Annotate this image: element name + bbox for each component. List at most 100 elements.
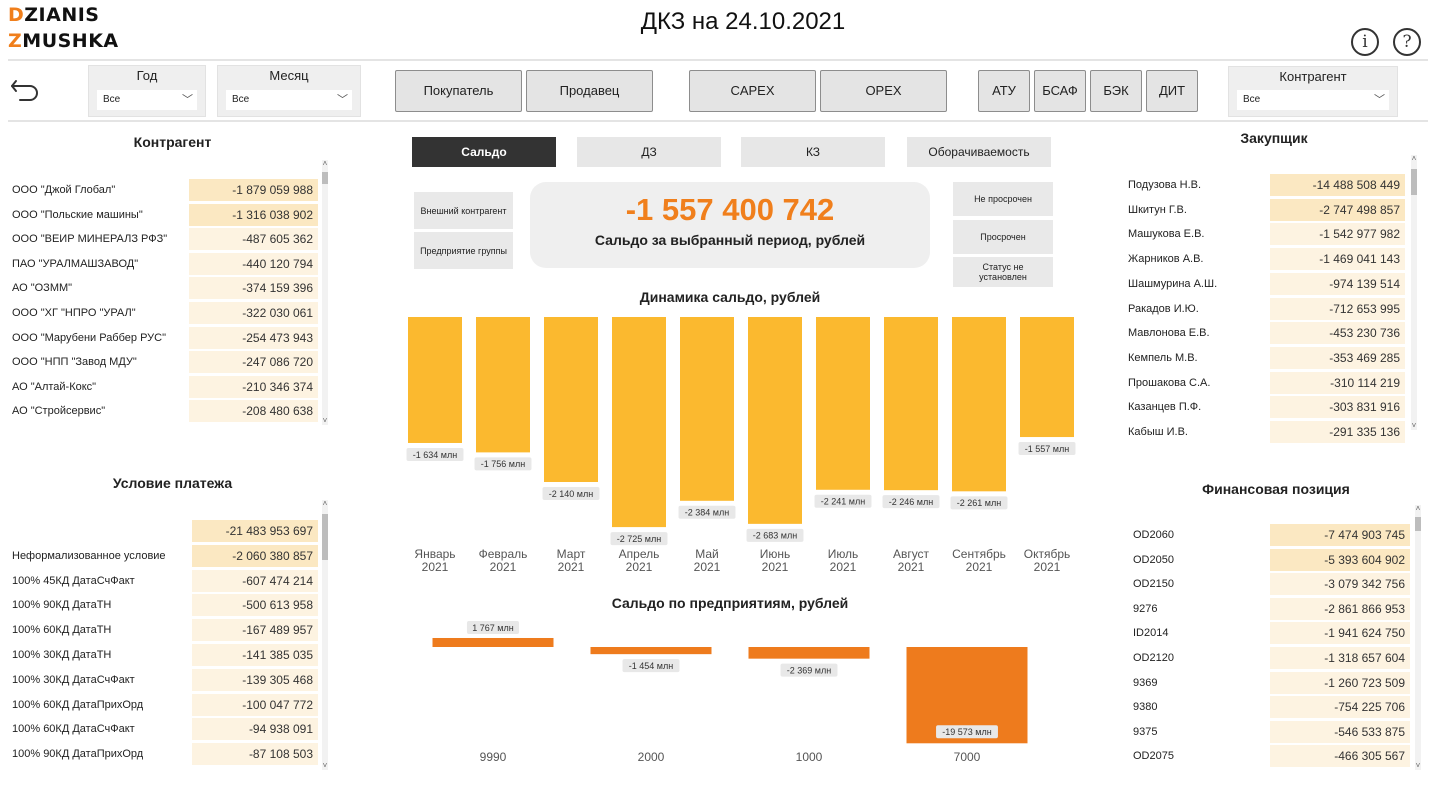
table-row[interactable]: 9375 -546 533 875 — [1133, 720, 1410, 745]
row-label: АО "Алтай-Кокс" — [12, 380, 97, 393]
not-overdue-button[interactable]: Не просрочен — [953, 182, 1053, 216]
opex-button[interactable]: OPEX — [820, 70, 947, 112]
group-enterprise-button[interactable]: Предприятие группы — [414, 232, 513, 269]
tab-kz[interactable]: КЗ — [741, 137, 885, 167]
table-row[interactable]: 100% 60КД ДатаПрихОрд -100 047 772 — [12, 693, 318, 718]
external-counterparty-button[interactable]: Внешний контрагент — [414, 192, 513, 229]
table-row[interactable]: АО "Стройсервис" -208 480 638 — [12, 399, 318, 424]
buyer-scrollbar[interactable]: ˄ ˅ — [1411, 155, 1417, 430]
table-row[interactable]: 100% 30КД ДатаТН -141 385 035 — [12, 643, 318, 668]
bar[interactable] — [816, 317, 870, 490]
tab-dz[interactable]: ДЗ — [577, 137, 721, 167]
counterparty-scrollbar[interactable]: ˄ ˅ — [322, 160, 328, 425]
bar[interactable] — [476, 317, 530, 453]
overdue-button[interactable]: Просрочен — [953, 220, 1053, 254]
buyer-button[interactable]: Покупатель — [395, 70, 522, 112]
back-arrow-icon[interactable] — [10, 72, 40, 104]
svg-text:-1 557 млн: -1 557 млн — [1025, 444, 1069, 454]
capex-button[interactable]: CAPEX — [689, 70, 816, 112]
table-row[interactable]: ООО "Марубени Раббер РУС" -254 473 943 — [12, 326, 318, 351]
table-row[interactable]: АО "Алтай-Кокс" -210 346 374 — [12, 375, 318, 400]
row-value: -141 385 035 — [192, 644, 318, 666]
table-row[interactable]: 9380 -754 225 706 — [1133, 695, 1410, 720]
row-value: -974 139 514 — [1270, 272, 1405, 295]
payment-scrollbar[interactable]: ˄ ˅ — [322, 500, 328, 770]
table-row[interactable]: Прошакова С.А. -310 114 219 — [1128, 371, 1406, 396]
atu-button[interactable]: АТУ — [978, 70, 1030, 112]
chevron-down-icon: ﹀ — [337, 94, 348, 106]
year-filter[interactable]: Год Все ﹀ — [88, 65, 206, 117]
table-row[interactable]: 100% 90КД ДатаТН -500 613 958 — [12, 593, 318, 618]
finpos-scrollbar[interactable]: ˄ ˅ — [1415, 505, 1421, 770]
table-row[interactable]: OD2150 -3 079 342 756 — [1133, 572, 1410, 597]
status-not-set-button[interactable]: Статус не установлен — [953, 257, 1053, 287]
table-row[interactable]: OD2050 -5 393 604 902 — [1133, 548, 1410, 573]
counterparty-filter[interactable]: Контрагент Все ﹀ — [1228, 66, 1398, 117]
table-row[interactable]: Неформализованное условие -2 060 380 857 — [12, 544, 318, 569]
svg-text:-2 384 млн: -2 384 млн — [685, 508, 729, 518]
bar[interactable] — [544, 317, 598, 482]
month-filter[interactable]: Месяц Все ﹀ — [217, 65, 361, 117]
table-row[interactable]: ООО "НПП "Завод МДУ" -247 086 720 — [12, 350, 318, 375]
row-value: -440 120 794 — [189, 252, 318, 275]
table-row[interactable]: Кемпель М.В. -353 469 285 — [1128, 346, 1406, 371]
table-row[interactable]: OD2060 -7 474 903 745 — [1133, 523, 1410, 548]
table-row[interactable]: Жарников А.В. -1 469 041 143 — [1128, 247, 1406, 272]
seller-button[interactable]: Продавец — [526, 70, 653, 112]
table-row[interactable]: 100% 30КД ДатаСчФакт -139 305 468 — [12, 668, 318, 693]
row-value: -466 305 567 — [1270, 745, 1410, 768]
bar[interactable] — [748, 647, 870, 659]
table-row[interactable]: ПАО "УРАЛМАШЗАВОД" -440 120 794 — [12, 252, 318, 277]
table-row[interactable]: Ракадов И.Ю. -712 653 995 — [1128, 297, 1406, 322]
year-select[interactable]: Все ﹀ — [97, 90, 197, 110]
table-row[interactable]: ООО "ВЕИР МИНЕРАЛЗ РФЗ" -487 605 362 — [12, 227, 318, 252]
counterparty-select[interactable]: Все ﹀ — [1237, 90, 1389, 110]
table-row[interactable]: Подузова Н.В. -14 488 508 449 — [1128, 173, 1406, 198]
bar[interactable] — [952, 317, 1006, 492]
table-row[interactable]: 9276 -2 861 866 953 — [1133, 597, 1410, 622]
svg-text:1 767 млн: 1 767 млн — [472, 623, 513, 633]
help-icon[interactable]: ? — [1393, 28, 1421, 56]
table-row[interactable]: ООО "Польские машины" -1 316 038 902 — [12, 203, 318, 228]
month-select[interactable]: Все ﹀ — [226, 90, 352, 110]
table-row[interactable]: Мавлонова Е.В. -453 230 736 — [1128, 321, 1406, 346]
bar[interactable] — [408, 317, 462, 443]
tab-turnover[interactable]: Оборачиваемость — [907, 137, 1051, 167]
month-filter-label: Месяц — [269, 68, 309, 83]
table-row[interactable]: Машукова Е.В. -1 542 977 982 — [1128, 222, 1406, 247]
svg-text:-2 683 млн: -2 683 млн — [753, 531, 797, 541]
dit-button[interactable]: ДИТ — [1146, 70, 1198, 112]
bar[interactable] — [680, 317, 734, 501]
bar[interactable] — [1020, 317, 1074, 438]
table-row[interactable]: Шашмурина А.Ш. -974 139 514 — [1128, 272, 1406, 297]
bar[interactable] — [748, 317, 802, 524]
table-row[interactable]: -21 483 953 697 — [12, 519, 318, 544]
table-row[interactable]: 9369 -1 260 723 509 — [1133, 671, 1410, 696]
table-row[interactable]: 100% 90КД ДатаПрихОрд -87 108 503 — [12, 742, 318, 767]
table-row[interactable]: АО "ОЗММ" -374 159 396 — [12, 276, 318, 301]
table-row[interactable]: ООО "ХГ "НПРО "УРАЛ" -322 030 061 — [12, 301, 318, 326]
table-row[interactable]: ID2014 -1 941 624 750 — [1133, 621, 1410, 646]
table-row[interactable]: 100% 60КД ДатаТН -167 489 957 — [12, 618, 318, 643]
table-row[interactable]: Кабыш И.В. -291 335 136 — [1128, 420, 1406, 443]
bek-button[interactable]: БЭК — [1090, 70, 1142, 112]
row-value: -139 305 468 — [192, 668, 318, 691]
bar[interactable] — [884, 317, 938, 491]
bar[interactable] — [590, 647, 712, 655]
table-row[interactable]: 100% 60КД ДатаСчФакт -94 938 091 — [12, 717, 318, 742]
bar[interactable] — [612, 317, 666, 528]
table-row[interactable]: Шкитун Г.В. -2 747 498 857 — [1128, 198, 1406, 223]
table-row[interactable]: OD2120 -1 318 657 604 — [1133, 646, 1410, 671]
table-row[interactable]: Казанцев П.Ф. -303 831 916 — [1128, 395, 1406, 420]
row-value: -2 060 380 857 — [192, 544, 318, 567]
bsaf-button[interactable]: БСАФ — [1034, 70, 1086, 112]
row-value: -3 079 342 756 — [1270, 573, 1410, 596]
table-row[interactable]: 100% 45КД ДатаСчФакт -607 474 214 — [12, 569, 318, 594]
tab-saldo[interactable]: Сальдо — [412, 137, 556, 167]
table-row[interactable]: ООО "Джой Глобал" -1 879 059 988 — [12, 178, 318, 203]
table-row[interactable]: OD2075 -466 305 567 — [1133, 744, 1410, 769]
kpi-value: -1 557 400 742 — [625, 192, 835, 227]
bar[interactable] — [432, 637, 554, 647]
row-label: 100% 60КД ДатаПрихОрд — [12, 698, 144, 711]
info-icon[interactable]: i — [1351, 28, 1379, 56]
